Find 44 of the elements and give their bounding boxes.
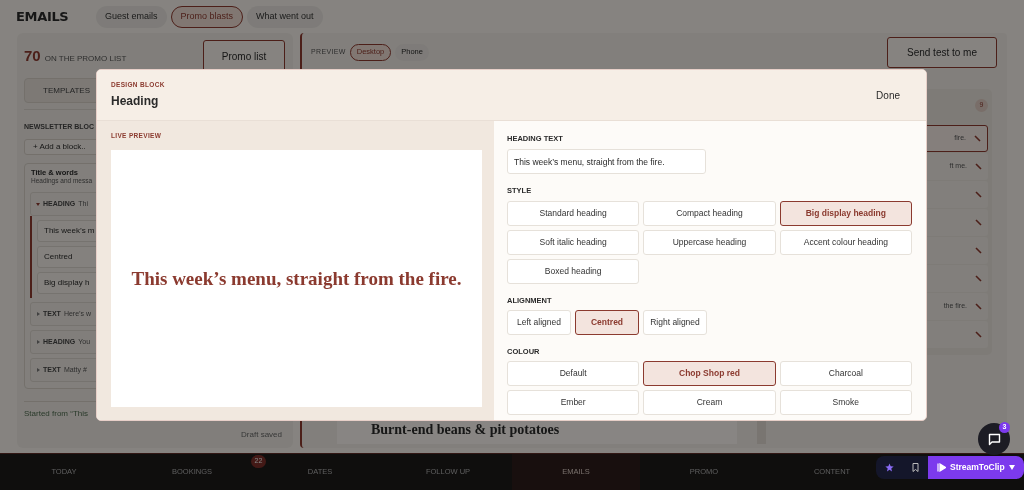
- preview-heading: This week’s menu, straight from the fire.: [130, 267, 463, 289]
- option-button[interactable]: Standard heading: [507, 200, 640, 226]
- option-button[interactable]: Big display heading: [779, 200, 912, 226]
- option-button[interactable]: Centred: [575, 309, 639, 335]
- pencil-icon[interactable]: [975, 275, 982, 282]
- pencil-icon[interactable]: [975, 247, 982, 254]
- pencil-icon[interactable]: [975, 219, 982, 226]
- chat-icon: [987, 432, 1001, 446]
- star-icon[interactable]: [885, 463, 894, 472]
- option-button[interactable]: Ember: [507, 390, 640, 415]
- pencil-icon[interactable]: [975, 331, 982, 338]
- tab[interactable]: Promo blasts: [170, 5, 244, 28]
- done-button[interactable]: Done: [876, 87, 900, 103]
- promo-count: 70: [24, 45, 41, 66]
- pencil-icon[interactable]: [974, 135, 981, 142]
- email-heading: Burnt-end beans & pit potatoes: [371, 420, 560, 439]
- option-button[interactable]: Compact heading: [643, 200, 776, 226]
- option-button[interactable]: Left aligned: [507, 309, 571, 335]
- bookmark-icon[interactable]: [912, 463, 919, 472]
- option-button[interactable]: Right aligned: [643, 309, 707, 335]
- option-button[interactable]: Boxed heading: [507, 258, 640, 284]
- option-button[interactable]: Cream: [643, 390, 776, 415]
- caret-icon: [1008, 465, 1015, 470]
- pencil-icon[interactable]: [975, 163, 982, 170]
- option-button[interactable]: Charcoal: [779, 361, 912, 386]
- pencil-icon[interactable]: [975, 303, 982, 310]
- option-button[interactable]: Chop Shop red: [643, 361, 776, 386]
- option-button[interactable]: Default: [507, 361, 640, 386]
- option-button[interactable]: Accent colour heading: [779, 229, 912, 255]
- tab[interactable]: Guest emails: [96, 5, 167, 28]
- play-logo-icon: [937, 463, 946, 472]
- option-button[interactable]: Smoke: [779, 390, 912, 415]
- option-button[interactable]: Uppercase heading: [643, 229, 776, 255]
- heading-text-input[interactable]: This week’s menu, straight from the fire.: [507, 149, 706, 175]
- option-button[interactable]: Soft italic heading: [507, 229, 640, 255]
- started-from-text: Started from “This: [24, 408, 89, 420]
- draft-status: Draft saved: [241, 429, 282, 441]
- streamtoclip-button[interactable]: StreamToClip: [928, 456, 1024, 479]
- send-test-button[interactable]: Send test to me: [887, 36, 997, 68]
- pencil-icon[interactable]: [975, 191, 982, 198]
- page-title: EMAILS: [16, 7, 66, 26]
- promo-list-button[interactable]: Promo list: [203, 40, 285, 72]
- promo-count-label: ON THE PROMO LIST: [44, 52, 127, 65]
- tab[interactable]: What went out: [247, 5, 323, 28]
